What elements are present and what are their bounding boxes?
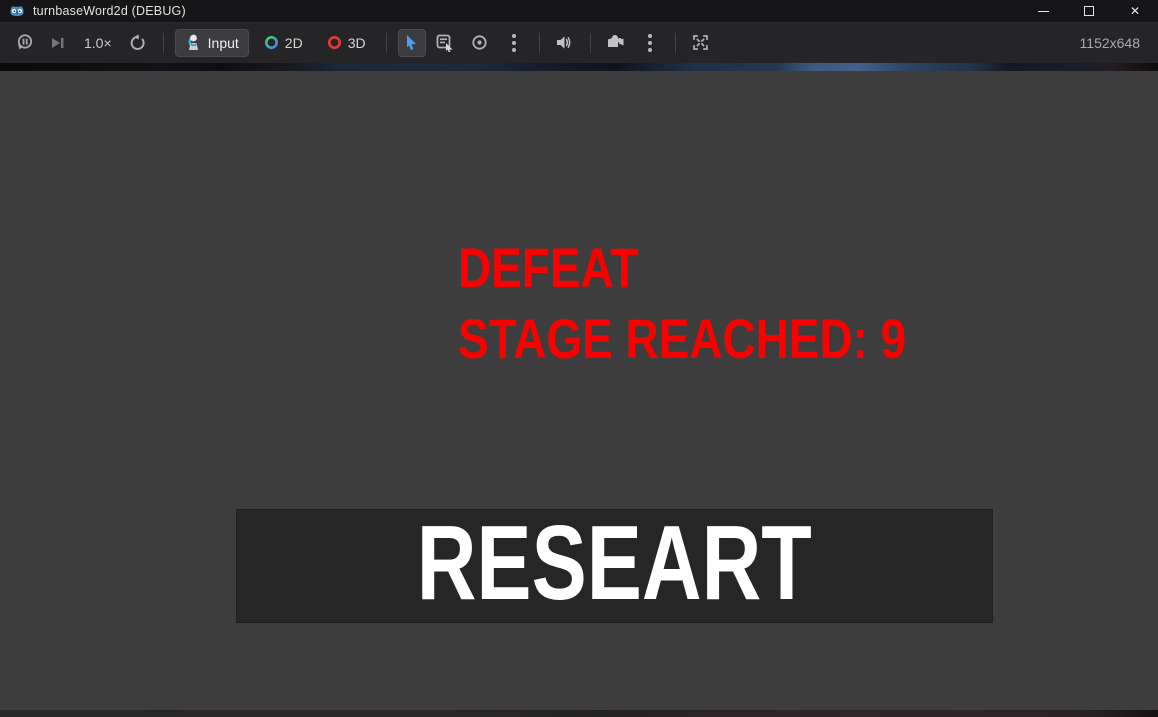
view-2d-label: 2D	[284, 34, 303, 51]
defeat-message-block: DEFEAT STAGE REACHED: 9	[458, 233, 906, 374]
scene-background-sliver-bottom	[0, 710, 1158, 717]
close-icon: ✕	[1129, 4, 1141, 18]
close-button[interactable]: ✕	[1112, 0, 1158, 22]
toolbar-separator	[538, 32, 540, 53]
audio-mute-button[interactable]	[551, 29, 579, 57]
toolbar-separator	[162, 32, 164, 53]
restart-game-button-label: RESEART	[416, 504, 813, 622]
window-title: turnbaseWord2d (DEBUG)	[33, 4, 186, 18]
view-3d-button[interactable]: 3D	[318, 29, 375, 57]
viewport-resolution-label: 1152x648	[1079, 34, 1140, 51]
debug-toolbar: 1.0× Input 2D 3D 1152x648	[0, 22, 1158, 63]
defeat-title: DEFEAT	[458, 236, 639, 299]
target-button[interactable]	[466, 29, 494, 57]
view-2d-button[interactable]: 2D	[255, 29, 312, 57]
stage-reached-label: STAGE REACHED: 9	[458, 306, 907, 370]
camera-override-button[interactable]	[602, 29, 630, 57]
next-frame-icon	[52, 37, 64, 48]
camera-icon	[608, 35, 624, 47]
ring-3d-icon	[327, 36, 341, 49]
speed-label[interactable]: 1.0×	[78, 35, 118, 51]
toolbar-separator	[589, 32, 591, 53]
joypad-input-icon	[188, 34, 198, 50]
camera-options-menu-button[interactable]	[500, 29, 528, 57]
select-mode-button[interactable]	[397, 28, 426, 57]
maximize-icon	[1084, 6, 1094, 16]
restart-game-button[interactable]: RESEART	[236, 509, 993, 623]
input-mode-label: Input	[207, 34, 239, 51]
minimize-icon	[1037, 10, 1049, 12]
speaker-icon	[557, 36, 571, 49]
defeat-screen: DEFEAT STAGE REACHED: 9 RESEART	[0, 71, 1158, 710]
view-3d-label: 3D	[347, 34, 366, 51]
break-pause-button[interactable]	[10, 29, 38, 57]
camera-override-menu-button[interactable]	[636, 29, 664, 57]
node-select-icon	[436, 34, 453, 52]
app-window: turnbaseWord2d (DEBUG) ✕ 1.0× Input 2D 3…	[0, 0, 1158, 717]
toolbar-separator	[385, 32, 387, 53]
scene-background-sliver-top	[0, 63, 1158, 71]
break-pause-icon	[17, 34, 32, 50]
toolbar-separator	[674, 32, 676, 53]
title-bar: turnbaseWord2d (DEBUG) ✕	[0, 0, 1158, 22]
fullscreen-icon	[693, 35, 708, 50]
kebab-menu-icon	[511, 33, 516, 52]
target-icon	[472, 35, 487, 50]
select-cursor-icon	[407, 35, 417, 50]
next-frame-button[interactable]	[44, 29, 72, 57]
minimize-button[interactable]	[1020, 0, 1066, 22]
restart-button[interactable]	[124, 29, 152, 57]
fullscreen-button[interactable]	[687, 29, 715, 57]
restart-icon	[130, 33, 145, 50]
maximize-button[interactable]	[1066, 0, 1112, 22]
ring-2d-icon	[264, 36, 278, 49]
input-mode-button[interactable]: Input	[174, 28, 249, 57]
node-select-button[interactable]	[432, 29, 460, 57]
game-viewport: DEFEAT STAGE REACHED: 9 RESEART	[0, 63, 1158, 717]
kebab-menu-icon	[647, 33, 652, 52]
godot-logo-icon	[9, 4, 25, 18]
